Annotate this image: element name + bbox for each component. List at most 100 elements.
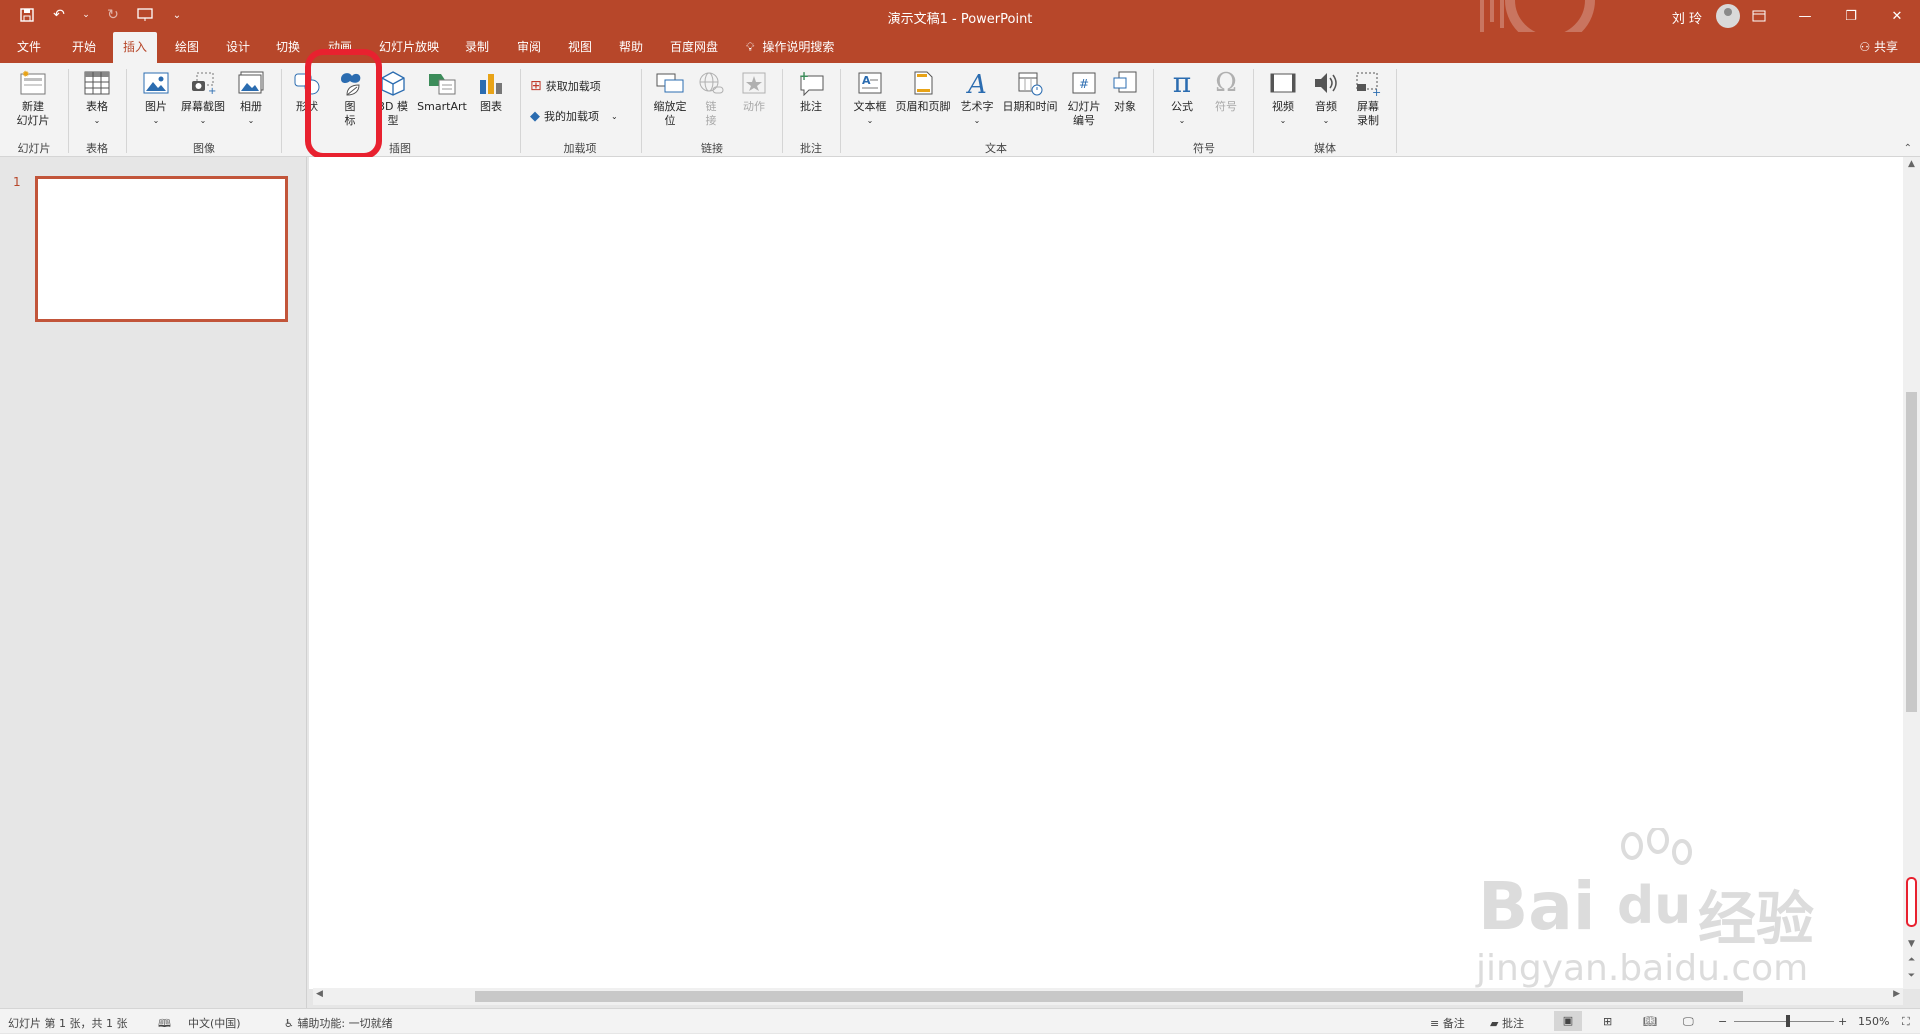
tab-draw[interactable]: 绘图: [165, 32, 209, 63]
accessibility-status[interactable]: ♿︎ 辅助功能: 一切就绪: [284, 1015, 393, 1031]
symbol-button[interactable]: Ω 符号: [1208, 68, 1244, 114]
notes-button[interactable]: ≡ 备注: [1430, 1015, 1465, 1031]
slideshow-icon[interactable]: 🖵︎: [1683, 1015, 1694, 1029]
equation-label: 公式: [1171, 100, 1193, 113]
tab-record[interactable]: 录制: [455, 32, 499, 63]
chevron-down-icon: ⌄: [152, 116, 160, 125]
vertical-scroll-thumb[interactable]: [1906, 392, 1917, 712]
smartart-button[interactable]: SmartArt: [414, 68, 470, 114]
group-media-label: 媒体: [1314, 142, 1336, 155]
comments-button[interactable]: ▰ 批注: [1490, 1015, 1524, 1031]
previous-slide-icon[interactable]: ⏶: [1903, 955, 1920, 965]
ribbon-display-icon[interactable]: [1736, 0, 1782, 32]
screen-recording-button[interactable]: + 屏幕 录制: [1350, 68, 1386, 128]
close-icon[interactable]: ✕: [1874, 0, 1920, 32]
date-time-button[interactable]: 日期和时间: [1000, 68, 1060, 114]
zoom-out-icon[interactable]: −: [1718, 1015, 1727, 1028]
zoom-in-icon[interactable]: +: [1838, 1015, 1847, 1028]
chevron-down-icon: ⌄: [247, 116, 255, 125]
tab-slideshow[interactable]: 幻灯片放映: [369, 32, 449, 63]
tab-transitions[interactable]: 切换: [266, 32, 310, 63]
user-name[interactable]: 刘 玲: [1672, 8, 1702, 27]
zoom-button[interactable]: 缩放定 位: [650, 68, 690, 128]
tab-baidu-netdisk[interactable]: 百度网盘: [660, 32, 728, 63]
slide-number-button[interactable]: # 幻灯片 编号: [1064, 68, 1104, 128]
new-slide-button[interactable]: ✹ 新建 幻灯片: [8, 68, 58, 128]
chevron-down-icon: ⌄: [611, 111, 618, 121]
tab-file[interactable]: 文件: [7, 32, 51, 63]
comment-icon: ▰: [1490, 1017, 1499, 1030]
wordart-icon: A: [962, 68, 992, 98]
slide-thumbnail[interactable]: [35, 176, 288, 322]
horizontal-scroll-thumb[interactable]: [475, 991, 1743, 1002]
date-time-label: 日期和时间: [1002, 100, 1058, 113]
horizontal-scrollbar[interactable]: ◀ ▶: [313, 988, 1903, 1005]
my-addins-button[interactable]: ◆ 我的加载项 ⌄: [530, 106, 618, 126]
equation-button[interactable]: π 公式 ⌄: [1164, 68, 1200, 128]
group-separator: [520, 69, 521, 153]
collapse-ribbon-icon[interactable]: ⌃: [1904, 143, 1912, 154]
picture-button[interactable]: 图片 ⌄: [138, 68, 174, 128]
cube-icon: [378, 68, 408, 98]
screenshot-button[interactable]: + 屏幕截图 ⌄: [177, 68, 229, 128]
star-icon: [739, 68, 769, 98]
audio-label: 音频: [1315, 100, 1337, 113]
watermark-url: jingyan.baidu.com: [1476, 948, 1809, 989]
zoom-slider-knob[interactable]: [1786, 1015, 1790, 1027]
chevron-down-icon: ⌄: [866, 116, 874, 125]
screen-record-icon: +: [1353, 68, 1383, 98]
share-button[interactable]: ⚇ 共享: [1859, 32, 1898, 63]
get-addins-button[interactable]: ⊞ 获取加载项: [530, 76, 601, 96]
zoom-slider[interactable]: [1734, 1021, 1834, 1022]
group-slides-label: 幻灯片: [17, 142, 51, 155]
tab-help[interactable]: 帮助: [609, 32, 653, 63]
scroll-up-icon[interactable]: ▲: [1903, 159, 1920, 169]
slide-sorter-icon[interactable]: ⊞: [1603, 1015, 1612, 1028]
tab-review[interactable]: 审阅: [507, 32, 551, 63]
tab-insert[interactable]: 插入: [113, 32, 158, 63]
table-button[interactable]: 表格 ⌄: [77, 68, 117, 128]
table-icon: [82, 68, 112, 98]
zoom-level[interactable]: 150%: [1858, 1015, 1889, 1028]
photo-album-label: 相册: [240, 100, 262, 113]
comment-button[interactable]: + 批注: [793, 68, 829, 114]
object-button[interactable]: 对象: [1108, 68, 1142, 114]
video-button[interactable]: 视频 ⌄: [1264, 68, 1302, 128]
wordart-button[interactable]: A 艺术字 ⌄: [958, 68, 996, 128]
zoom-label: 缩放定 位: [653, 100, 687, 127]
fit-to-window-icon[interactable]: ⛶: [1902, 1015, 1910, 1029]
tab-view[interactable]: 视图: [558, 32, 602, 63]
next-slide-icon[interactable]: ⏷: [1903, 971, 1920, 981]
chart-button[interactable]: 图表: [474, 68, 508, 114]
vertical-scrollbar[interactable]: ▲ ▼ ⏶ ⏷: [1903, 157, 1920, 989]
tab-home[interactable]: 开始: [62, 32, 106, 63]
scroll-left-icon[interactable]: ◀: [316, 989, 323, 999]
group-tables-label: 表格: [86, 142, 108, 155]
action-button[interactable]: 动作: [738, 68, 770, 114]
window-title: 演示文稿1 - PowerPoint: [887, 12, 1033, 27]
pi-icon: π: [1172, 66, 1192, 99]
slide-count-status: 幻灯片 第 1 张，共 1 张: [8, 1017, 128, 1030]
language-status[interactable]: 中文(中国): [188, 1015, 241, 1031]
slide-number-icon: #: [1069, 68, 1099, 98]
textbox-label: 文本框: [853, 100, 887, 113]
comment-label: 批注: [800, 100, 822, 113]
minimize-icon[interactable]: —: [1782, 0, 1828, 32]
chevron-down-icon: ⌄: [199, 116, 207, 125]
scroll-right-icon[interactable]: ▶: [1893, 989, 1900, 999]
reading-view-icon[interactable]: 📖︎: [1643, 1015, 1657, 1028]
restore-icon[interactable]: ❐: [1828, 0, 1874, 32]
textbox-button[interactable]: A 文本框 ⌄: [850, 68, 890, 128]
audio-button[interactable]: 音频 ⌄: [1308, 68, 1344, 128]
photo-album-button[interactable]: 相册 ⌄: [232, 68, 270, 128]
tab-design[interactable]: 设计: [216, 32, 260, 63]
group-links-label: 链接: [701, 142, 723, 155]
normal-view-icon[interactable]: ▣: [1554, 1011, 1582, 1031]
group-text-label: 文本: [985, 142, 1007, 155]
tell-me-search[interactable]: 💡︎ 操作说明搜索: [740, 32, 844, 63]
header-footer-button[interactable]: 页眉和页脚: [892, 68, 954, 114]
link-button[interactable]: 链 接: [696, 68, 726, 128]
group-images-label: 图像: [193, 142, 215, 155]
scroll-down-icon[interactable]: ▼: [1903, 939, 1920, 949]
spellcheck-icon[interactable]: 🕮︎: [158, 1015, 171, 1034]
